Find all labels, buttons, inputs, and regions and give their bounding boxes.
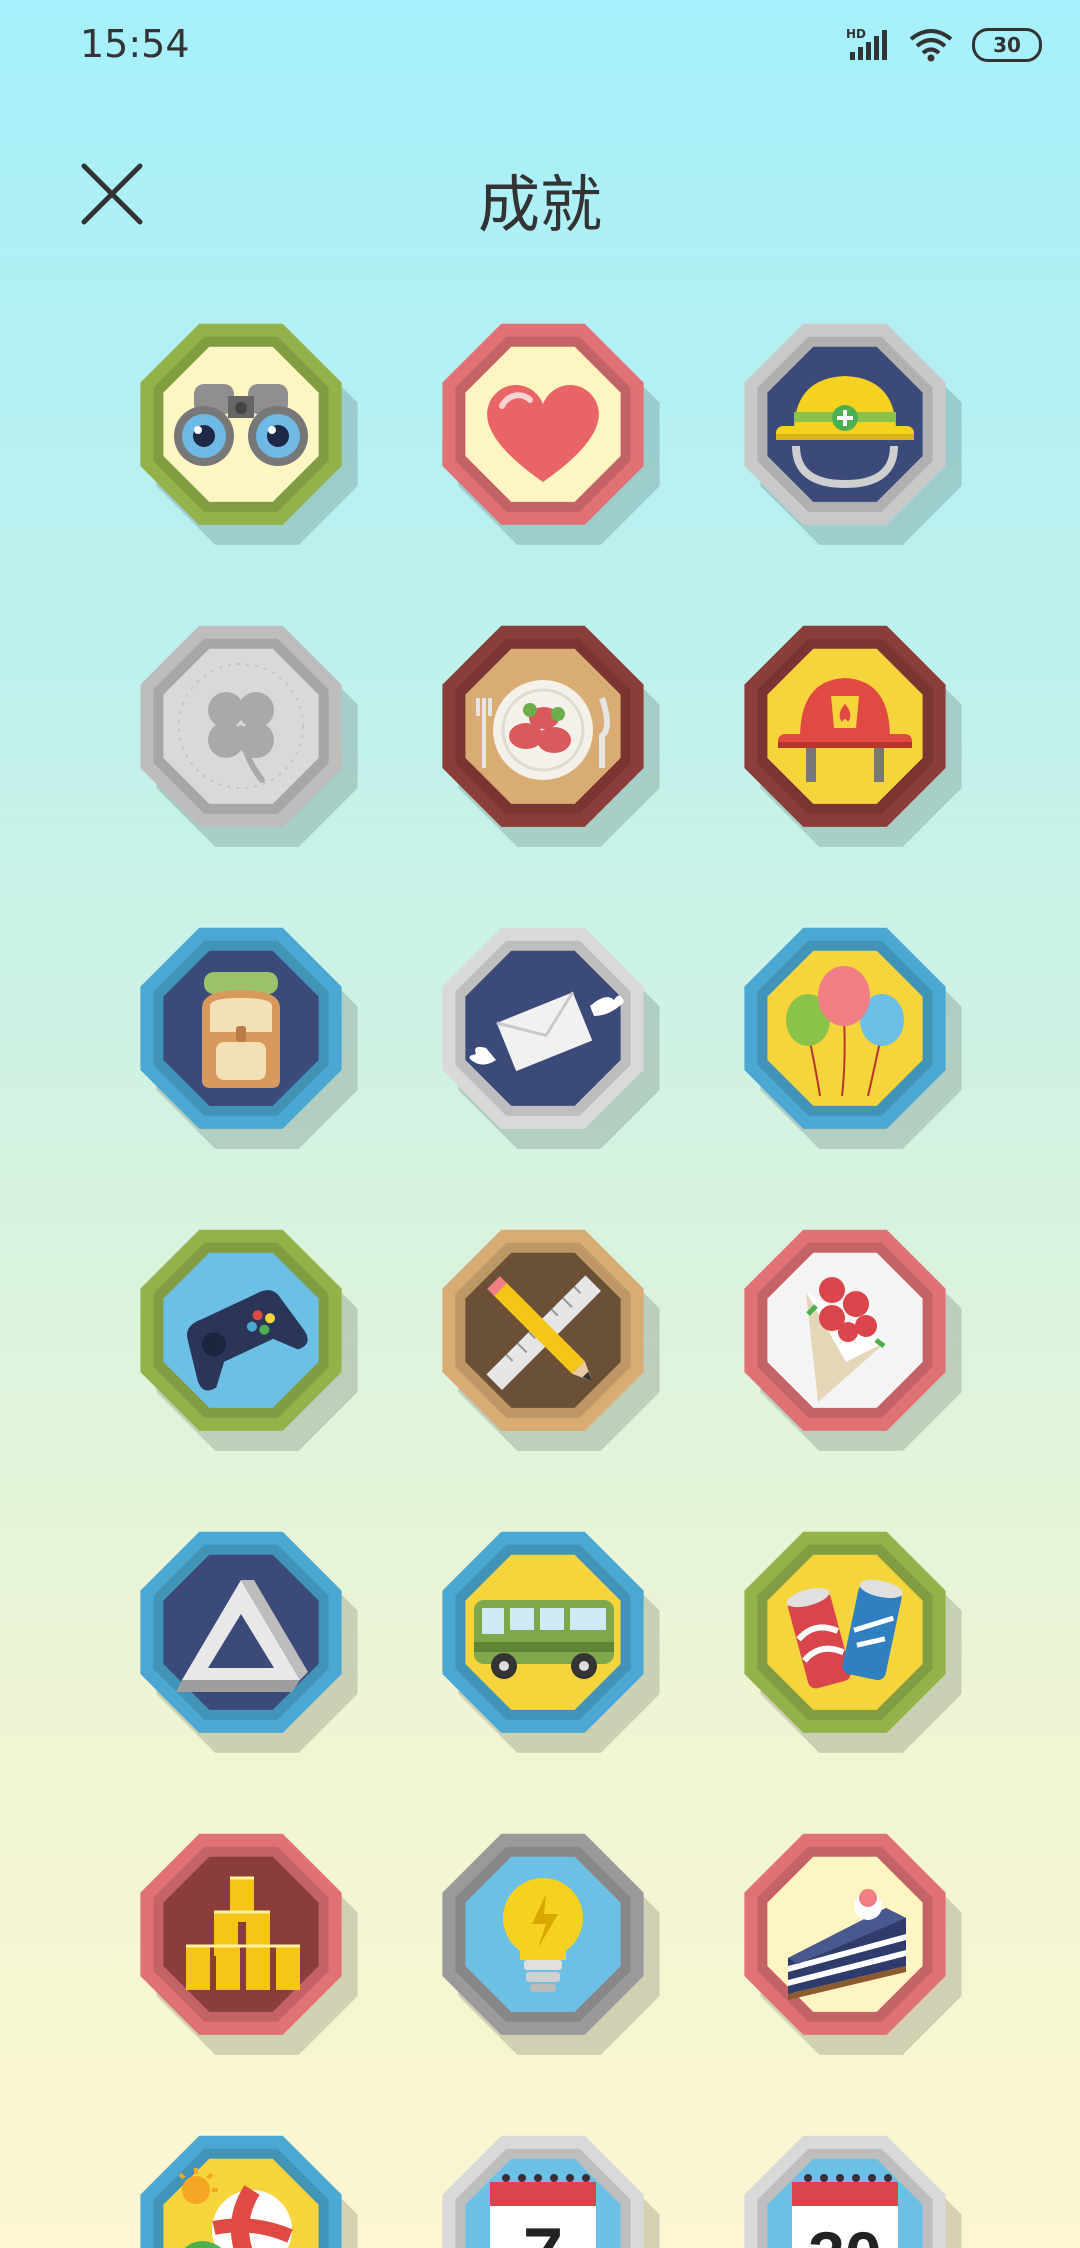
beach-badge[interactable] — [132, 2128, 362, 2248]
envelope-icon — [442, 927, 660, 1149]
calendar-icon: 7 — [442, 2135, 660, 2248]
hd-label: HD — [846, 28, 866, 41]
clover-badge[interactable] — [132, 618, 362, 848]
hardhat-badge[interactable] — [736, 316, 966, 546]
mail-badge[interactable] — [434, 920, 664, 1150]
calendar-7-badge[interactable]: 7 — [434, 2128, 664, 2248]
status-time: 15:54 — [80, 22, 190, 66]
bus-badge[interactable] — [434, 1524, 664, 1754]
fire-helmet-icon — [744, 625, 962, 847]
gold-badge[interactable] — [132, 1826, 362, 2056]
calendar-day-label: 30 — [808, 2218, 881, 2248]
wifi-icon — [909, 29, 953, 62]
hard-hat-icon — [744, 323, 962, 545]
penrose-triangle-icon — [140, 1531, 358, 1753]
status-bar: 15:54 HD 30 — [0, 0, 1080, 90]
calendar-icon: 30 — [744, 2135, 962, 2248]
drinks-badge[interactable] — [736, 1524, 966, 1754]
triangle-badge[interactable] — [132, 1524, 362, 1754]
backpack-icon — [140, 927, 358, 1149]
gamepad-icon — [140, 1229, 358, 1451]
gamepad-badge[interactable] — [132, 1222, 362, 1452]
pencil-ruler-icon — [442, 1229, 660, 1451]
balloons-icon — [744, 927, 962, 1149]
cake-badge[interactable] — [736, 1826, 966, 2056]
binoculars-icon — [140, 323, 358, 545]
battery-icon: 30 — [972, 28, 1042, 62]
beach-ball-icon — [140, 2135, 358, 2248]
fire-helmet-badge[interactable] — [736, 618, 966, 848]
cake-icon — [744, 1833, 962, 2055]
bus-icon — [442, 1531, 660, 1753]
calendar-day-label: 7 — [523, 2214, 563, 2248]
binoculars-badge[interactable] — [132, 316, 362, 546]
bouquet-icon — [744, 1229, 962, 1451]
clover-icon — [140, 625, 358, 847]
plate-icon — [442, 625, 660, 847]
heart-badge[interactable] — [434, 316, 664, 546]
idea-badge[interactable] — [434, 1826, 664, 2056]
status-icons: HD 30 — [846, 22, 1042, 68]
page-title: 成就 — [477, 168, 602, 241]
gold-bars-icon — [140, 1833, 358, 2055]
tools-badge[interactable] — [434, 1222, 664, 1452]
calendar-30-badge[interactable]: 30 — [736, 2128, 966, 2248]
header: 成就 — [0, 140, 1080, 250]
meal-badge[interactable] — [434, 618, 664, 848]
heart-icon — [442, 323, 660, 545]
signal-icon: HD — [846, 28, 887, 60]
flowers-badge[interactable] — [736, 1222, 966, 1452]
balloons-badge[interactable] — [736, 920, 966, 1150]
achievement-grid: 7 30 — [0, 300, 1080, 2248]
soda-cans-icon — [744, 1531, 962, 1753]
lightbulb-icon — [442, 1833, 660, 2055]
backpack-badge[interactable] — [132, 920, 362, 1150]
